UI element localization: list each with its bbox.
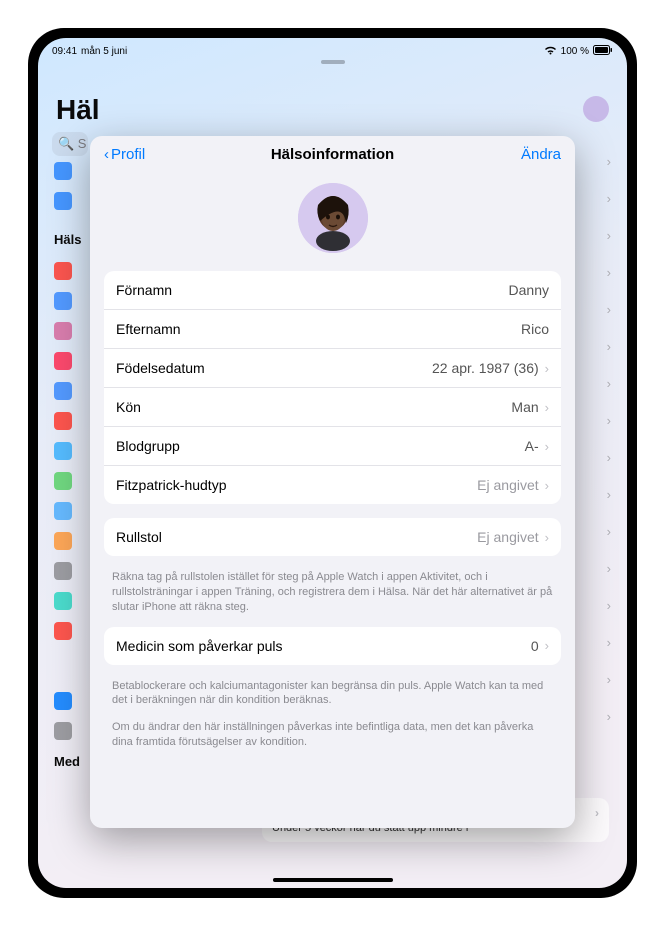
ipad-device-bezel: 09:41 mån 5 juni 100 % Häl 🔍 S bbox=[28, 28, 637, 898]
meds-note-2: Om du ändrar den här inställningen påver… bbox=[90, 720, 575, 762]
meds-row[interactable]: Medicin som påverkar puls 0 › bbox=[104, 627, 561, 665]
sparkle-icon[interactable] bbox=[54, 322, 72, 340]
status-date: mån 5 juni bbox=[81, 46, 127, 57]
people-icon[interactable] bbox=[54, 192, 72, 210]
row-label: Efternamn bbox=[116, 321, 181, 337]
status-bar: 09:41 mån 5 juni 100 % bbox=[38, 38, 627, 60]
image-frame: 09:41 mån 5 juni 100 % Häl 🔍 S bbox=[0, 0, 665, 926]
row-value-wrap: A- › bbox=[525, 438, 549, 454]
document-icon[interactable] bbox=[54, 722, 72, 740]
chevron-right-icon: › bbox=[545, 361, 549, 376]
row-value: Danny bbox=[509, 282, 549, 298]
profile-avatar[interactable] bbox=[298, 183, 368, 253]
row-label: Förnamn bbox=[116, 282, 172, 298]
battery-text: 100 % bbox=[561, 46, 589, 57]
chevron-right-icon: › bbox=[545, 530, 549, 545]
heart-icon[interactable] bbox=[54, 352, 72, 370]
search-input[interactable]: 🔍 S bbox=[52, 132, 88, 156]
wifi-icon bbox=[544, 45, 557, 58]
row-label: Blodgrupp bbox=[116, 438, 180, 454]
row-label: Rullstol bbox=[116, 529, 162, 545]
sidebar-section-health: Häls bbox=[54, 232, 81, 247]
arrows-icon[interactable] bbox=[54, 532, 72, 550]
apple-icon[interactable] bbox=[54, 472, 72, 490]
meds-note-1: Betablockerare och kalciumantagonister k… bbox=[90, 679, 575, 721]
home-indicator[interactable] bbox=[273, 878, 393, 882]
health-info-modal: ‹ Profil Hälsoinformation Ändra bbox=[90, 136, 575, 828]
chevron-right-icon: › bbox=[545, 638, 549, 653]
plus-circle-icon[interactable] bbox=[54, 692, 72, 710]
chevron-right-icon: › bbox=[545, 400, 549, 415]
profile-row[interactable]: Blodgrupp A- › bbox=[104, 427, 561, 466]
chevron-right-icon: › bbox=[545, 439, 549, 454]
clipboard-icon[interactable] bbox=[54, 562, 72, 580]
bed-icon[interactable] bbox=[54, 592, 72, 610]
row-value: 22 apr. 1987 (36) bbox=[432, 360, 539, 376]
row-label: Fitzpatrick-hudtyp bbox=[116, 477, 226, 493]
row-value: A- bbox=[525, 438, 539, 454]
row-value: Ej angivet bbox=[477, 529, 538, 545]
row-value-wrap: Ej angivet › bbox=[477, 477, 549, 493]
flame-icon[interactable] bbox=[54, 262, 72, 280]
sidebar-section-meds: Med bbox=[54, 754, 80, 769]
profile-row[interactable]: Fitzpatrick-hudtyp Ej angivet › bbox=[104, 466, 561, 504]
row-value-wrap: Man › bbox=[511, 399, 549, 415]
multitask-handle-icon[interactable] bbox=[321, 60, 345, 64]
profile-details-section: Förnamn Danny Efternamn Rico Födelsedatum 22 … bbox=[104, 271, 561, 504]
back-button[interactable]: ‹ Profil bbox=[104, 146, 145, 163]
app-title: Häl bbox=[56, 94, 100, 126]
battery-icon bbox=[593, 45, 613, 58]
modal-title: Hälsoinformation bbox=[271, 146, 394, 163]
wheelchair-row[interactable]: Rullstol Ej angivet › bbox=[104, 518, 561, 556]
row-value: 0 bbox=[531, 638, 539, 654]
wheelchair-note: Räkna tag på rullstolen istället för ste… bbox=[90, 570, 575, 627]
row-value: Rico bbox=[521, 321, 549, 337]
memoji-icon bbox=[298, 183, 368, 253]
ecg-icon[interactable] bbox=[54, 622, 72, 640]
lungs-icon[interactable] bbox=[54, 292, 72, 310]
row-label: Kön bbox=[116, 399, 141, 415]
chevron-right-icon: › bbox=[545, 478, 549, 493]
row-value-wrap: 22 apr. 1987 (36) › bbox=[432, 360, 549, 376]
wheelchair-section: Rullstol Ej angivet › bbox=[104, 518, 561, 556]
row-value: Ej angivet bbox=[477, 477, 538, 493]
ear-icon[interactable] bbox=[54, 382, 72, 400]
modal-nav-bar: ‹ Profil Hälsoinformation Ändra bbox=[90, 136, 575, 173]
profile-row[interactable]: Kön Man › bbox=[104, 388, 561, 427]
avatar-container bbox=[90, 173, 575, 271]
profile-row[interactable]: Födelsedatum 22 apr. 1987 (36) › bbox=[104, 349, 561, 388]
heart-outline-icon[interactable] bbox=[54, 162, 72, 180]
screen: 09:41 mån 5 juni 100 % Häl 🔍 S bbox=[38, 38, 627, 888]
inhaler-icon[interactable] bbox=[54, 502, 72, 520]
background-list-chevrons: ›››››››››››››››› bbox=[607, 154, 611, 848]
profile-row: Förnamn Danny bbox=[104, 271, 561, 310]
waveform-icon[interactable] bbox=[54, 412, 72, 430]
row-label: Födelsedatum bbox=[116, 360, 205, 376]
chevron-left-icon: ‹ bbox=[104, 146, 109, 163]
row-value-wrap: Rico bbox=[521, 321, 549, 337]
row-value: Man bbox=[511, 399, 538, 415]
profile-avatar-small[interactable] bbox=[583, 96, 609, 122]
pill-icon[interactable] bbox=[54, 442, 72, 460]
meds-section: Medicin som påverkar puls 0 › bbox=[104, 627, 561, 665]
profile-row: Efternamn Rico bbox=[104, 310, 561, 349]
row-value-wrap: Danny bbox=[509, 282, 549, 298]
row-label: Medicin som påverkar puls bbox=[116, 638, 283, 654]
status-time: 09:41 bbox=[52, 46, 77, 57]
edit-button[interactable]: Ändra bbox=[521, 146, 561, 163]
back-label: Profil bbox=[111, 146, 145, 163]
